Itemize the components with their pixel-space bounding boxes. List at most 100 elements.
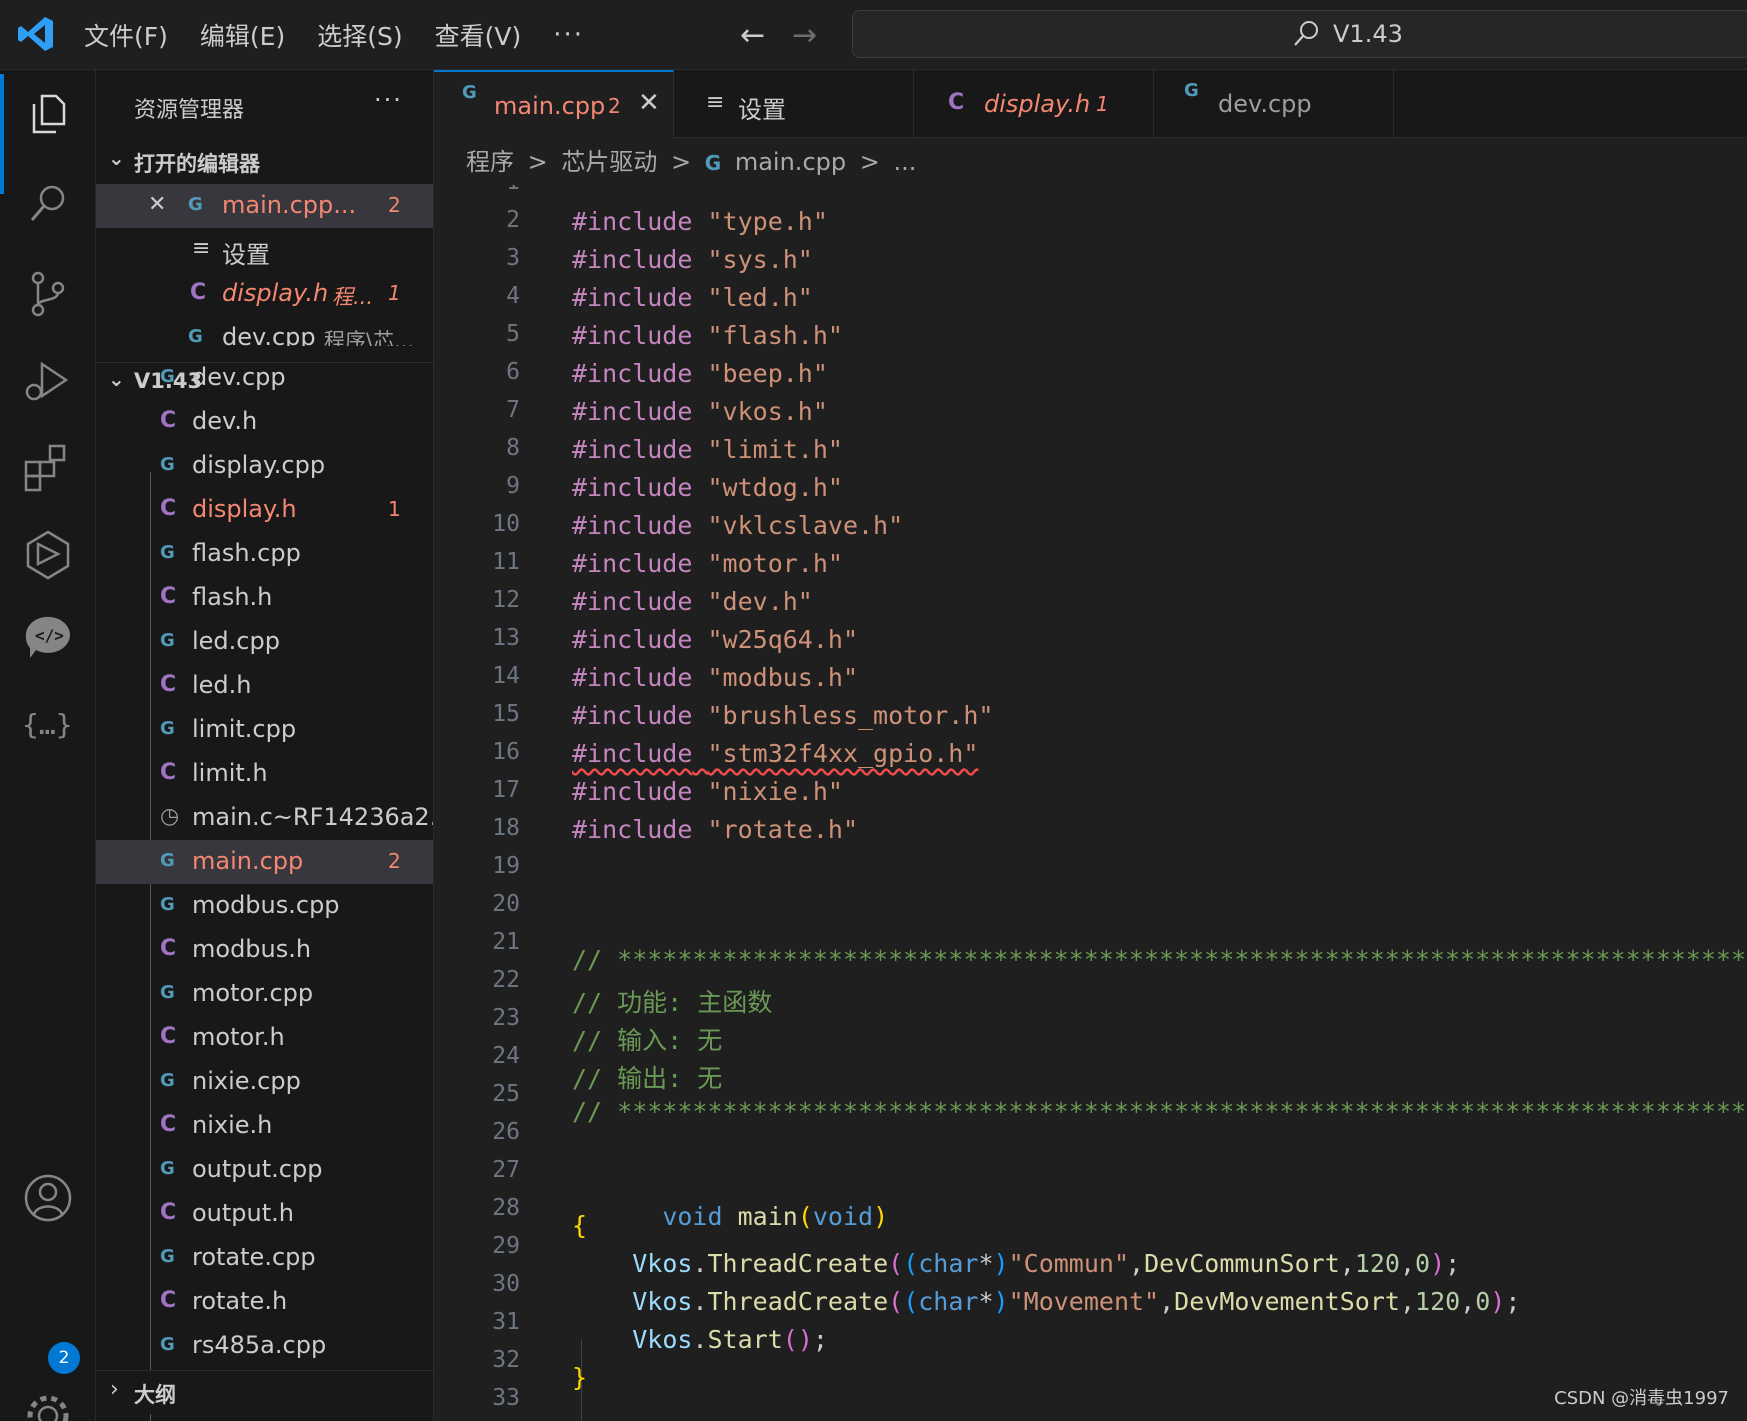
include-line: #include "nixie.h" <box>572 777 843 806</box>
file-tree-item[interactable]: Cnixie.h <box>96 1104 433 1148</box>
token-keyword: #include <box>572 663 693 692</box>
include-line: #include "led.h" <box>572 283 813 312</box>
line-number: 18 <box>492 815 520 841</box>
file-tree-item[interactable]: Gdisplay.cpp <box>96 444 433 488</box>
breadcrumb-sep-icon: > <box>527 148 548 176</box>
remote-explorer-icon[interactable] <box>20 526 76 582</box>
open-editor-name: display.h <box>222 279 329 307</box>
file-tree-item[interactable]: Cflash.h <box>96 576 433 620</box>
chevron-right-icon: › <box>110 1377 119 1402</box>
breadcrumb-item[interactable]: 程序 <box>466 148 514 176</box>
tab-label: display.h <box>984 90 1091 118</box>
file-tree-item[interactable]: Cled.h <box>96 664 433 708</box>
include-line: #include "beep.h" <box>572 359 828 388</box>
file-tree-item[interactable]: Gflash.cpp <box>96 532 433 576</box>
include-line: #include "vklcslave.h" <box>572 511 903 540</box>
close-icon[interactable]: ✕ <box>148 192 166 217</box>
open-editors-header[interactable]: ⌄ 打开的编辑器 <box>96 142 433 182</box>
tab-problem-count: 2 <box>608 94 621 118</box>
command-center-search[interactable]: V1.43 <box>852 10 1747 58</box>
file-tree-label: main.c~RF14236a2... <box>192 803 434 831</box>
file-tree-item[interactable]: Grotate.cpp <box>96 1236 433 1280</box>
include-line: #include "rotate.h" <box>572 815 858 844</box>
file-tree-item[interactable]: Cmotor.h <box>96 1016 433 1060</box>
file-tree-item[interactable]: Gled.cpp <box>96 620 433 664</box>
search-icon[interactable] <box>20 176 76 232</box>
include-line: #include "stm32f4xx_gpio.h" <box>572 739 978 768</box>
file-tree-item[interactable]: Glimit.cpp <box>96 708 433 752</box>
line-number: 14 <box>492 663 520 689</box>
code-line-21: // *************************************… <box>572 945 1747 974</box>
file-tree-label: modbus.cpp <box>192 891 340 919</box>
tab-display-h[interactable]: C display.h 1 <box>914 70 1154 138</box>
cpp-file-icon: G <box>160 1334 175 1355</box>
json-icon[interactable]: {…} <box>20 696 76 752</box>
token-keyword: #include <box>572 587 693 616</box>
file-tree-item[interactable]: Cdisplay.h 1 <box>96 488 433 532</box>
file-tree-item[interactable]: Cdev.h <box>96 400 433 444</box>
menu-edit[interactable]: 编辑(E) <box>200 17 285 53</box>
cpp-file-icon: G <box>160 850 175 871</box>
extensions-icon[interactable] <box>20 440 76 496</box>
file-tree-item[interactable]: Gmain.cpp 2 <box>96 840 433 884</box>
open-editor-display-h[interactable]: C display.h 程... 1 <box>96 272 433 316</box>
open-editor-settings[interactable]: ≡ 设置 <box>96 228 433 272</box>
file-tree-item[interactable]: Gnixie.cpp <box>96 1060 433 1104</box>
code-line-24: // 输出: 无 <box>572 1064 723 1093</box>
code-editor[interactable]: 1234567891011121314151617181920212223242… <box>434 185 1747 1421</box>
code-line-27: void main(void) <box>572 1173 888 1260</box>
outline-header[interactable]: › 大纲 <box>96 1370 433 1414</box>
menu-view[interactable]: 查看(V) <box>435 17 522 53</box>
menu-selection[interactable]: 选择(S) <box>317 17 402 53</box>
breadcrumb-item[interactable]: 芯片驱动 <box>561 148 657 176</box>
chat-icon[interactable]: </> <box>20 610 76 666</box>
menu-more-icon[interactable]: ··· <box>553 20 584 50</box>
problem-count: 2 <box>388 849 401 873</box>
settings-file-icon: ≡ <box>706 90 725 115</box>
forward-arrow-icon[interactable]: → <box>792 18 817 53</box>
file-tree-item[interactable]: Grs485a.cpp <box>96 1324 433 1368</box>
tab-problem-count: 1 <box>1096 92 1109 116</box>
open-editor-main-cpp[interactable]: ✕ G main.cpp... 2 <box>96 184 433 228</box>
tab-settings[interactable]: ≡ 设置 <box>674 70 914 138</box>
token-punct: , <box>1460 1287 1476 1316</box>
tab-main-cpp[interactable]: G main.cpp 2 ✕ <box>434 70 674 138</box>
breadcrumb-sep-icon: > <box>671 148 692 176</box>
tab-dev-cpp[interactable]: G dev.cpp <box>1154 70 1394 138</box>
back-arrow-icon[interactable]: ← <box>740 18 765 53</box>
file-tree-label: display.h <box>192 495 297 523</box>
c-header-file-icon: C <box>160 936 177 961</box>
menu-file[interactable]: 文件(F) <box>84 17 168 53</box>
breadcrumb-item[interactable]: main.cpp <box>735 148 846 176</box>
token-string: "sys.h" <box>707 245 813 274</box>
file-tree-label: rotate.cpp <box>192 1243 316 1271</box>
sidebar-more-icon[interactable]: ··· <box>374 86 403 114</box>
source-control-icon[interactable] <box>20 266 76 322</box>
file-tree-item[interactable]: Gmodbus.cpp <box>96 884 433 928</box>
line-number: 17 <box>492 777 520 803</box>
file-tree-item[interactable]: Cmodbus.h <box>96 928 433 972</box>
code-line-23: // 输入: 无 <box>572 1026 723 1055</box>
file-tree-label: output.h <box>192 1199 294 1227</box>
token-keyword: #include <box>572 435 693 464</box>
file-tree-item[interactable]: Gdev.cpp <box>96 356 433 400</box>
file-tree-item[interactable]: Goutput.cpp <box>96 1148 433 1192</box>
token-keyword: #include <box>572 473 693 502</box>
file-tree-item[interactable]: ◷ main.c~RF14236a2... <box>96 796 434 840</box>
file-tree-item[interactable]: Coutput.h <box>96 1192 433 1236</box>
breadcrumb-item[interactable]: ... <box>894 148 917 176</box>
token-function: DevCommunSort <box>1144 1249 1340 1278</box>
line-number: 20 <box>492 891 520 917</box>
settings-gear-icon[interactable] <box>20 1388 76 1421</box>
explorer-icon[interactable] <box>20 86 76 142</box>
file-tree-item[interactable]: Gmotor.cpp <box>96 972 433 1016</box>
line-number: 24 <box>492 1043 520 1069</box>
tab-close-icon[interactable]: ✕ <box>638 88 660 118</box>
line-number: 2 <box>506 207 520 233</box>
run-debug-icon[interactable] <box>20 354 76 410</box>
vscode-logo-icon <box>18 17 53 51</box>
file-tree-item[interactable]: Crotate.h <box>96 1280 433 1324</box>
account-icon[interactable] <box>20 1170 76 1226</box>
file-tree-item[interactable]: Climit.h <box>96 752 433 796</box>
token-punct: ; <box>1505 1287 1521 1316</box>
